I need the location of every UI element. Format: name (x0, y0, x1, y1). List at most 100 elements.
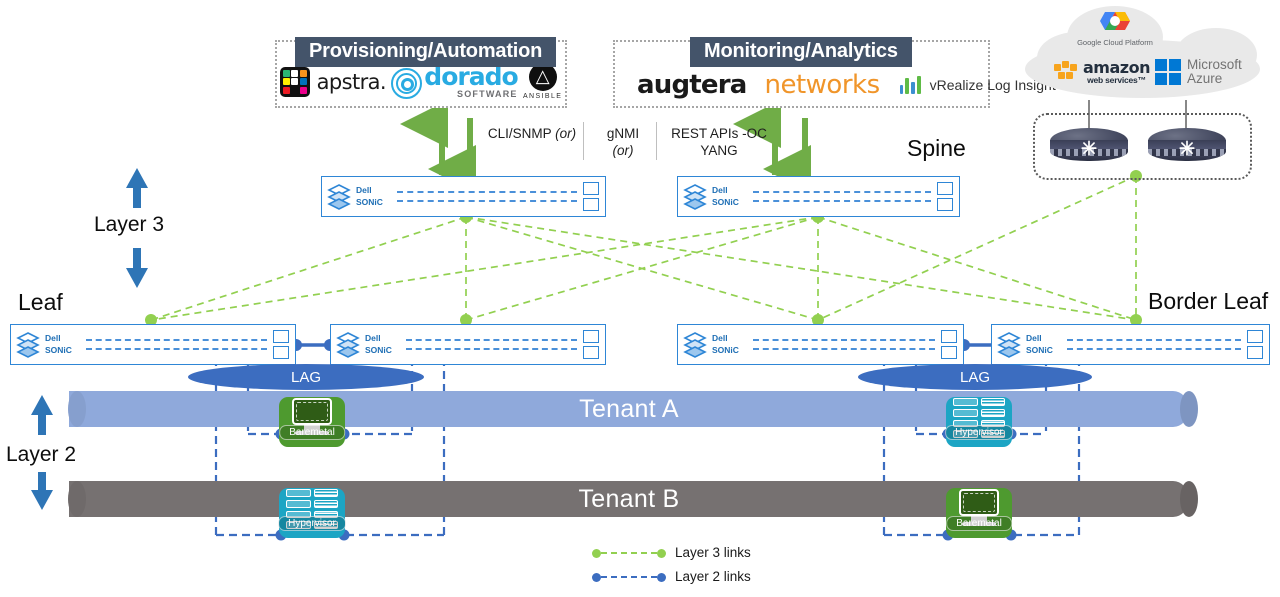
monitoring-panel-title: Monitoring/Analytics (690, 37, 912, 67)
switch-vendor-os-label: Dell SONiC (712, 185, 739, 208)
aws-cubes-icon (1054, 61, 1077, 80)
protocol-line3: YANG (700, 142, 738, 158)
switch-uplink-ports[interactable] (937, 182, 959, 211)
spine-switch-1[interactable]: Dell SONiC (321, 176, 606, 217)
switch-port-lines (739, 339, 941, 350)
tenant-a-label: Tenant A (579, 394, 679, 423)
azure-wordmark: Microsoft (1187, 57, 1242, 72)
spine-switch-2[interactable]: Dell SONiC (677, 176, 960, 217)
legend: Layer 3 links Layer 2 links (592, 545, 751, 593)
spine-tier-label: Spine (907, 135, 966, 161)
server-label: Hypervisor (278, 516, 346, 531)
switch-uplink-ports[interactable] (583, 330, 605, 359)
stacked-layers-glyph (683, 183, 707, 210)
protocol-label-cli-snmp: CLI/SNMP (or) (484, 126, 580, 143)
lag-label: LAG (959, 368, 990, 386)
apstra-wordmark: apstra. (316, 69, 387, 94)
leaf-switch-1[interactable]: Dell SONiC (10, 324, 296, 365)
dell-layers-icon (992, 331, 1026, 359)
protocol-line1: CLI/SNMP (487, 126, 552, 141)
stacked-layers-glyph (16, 331, 40, 358)
lag-right[interactable]: LAG (858, 364, 1092, 390)
switch-port-lines (1053, 339, 1247, 350)
switch-uplink-ports[interactable] (583, 182, 605, 211)
dell-layers-icon (331, 331, 365, 359)
stacked-layers-glyph (336, 331, 360, 358)
switch-uplink-ports[interactable] (941, 330, 963, 359)
protocol-label-gnmi: gNMI (or) (590, 126, 656, 160)
switch-port-lines (392, 339, 583, 350)
switch-vendor: Dell (356, 185, 372, 196)
switch-vendor-os-label: Dell SONiC (365, 333, 392, 356)
stacked-layers-glyph (683, 331, 707, 358)
dell-layers-icon (678, 331, 712, 359)
leaf-tier-label: Leaf (18, 289, 63, 315)
dorado-swirl-icon (391, 68, 423, 99)
layer3-link-swatch (592, 548, 666, 558)
protocol-line1: gNMI (606, 126, 640, 141)
provisioning-logo-row: apstra. dorado SOFTWARE △ ANSIBLE (277, 63, 565, 100)
legend-label: Layer 2 links (675, 569, 751, 584)
hypervisor-server-right[interactable]: Hypervisor (945, 397, 1013, 447)
augtera-networks-wordmark: networks (764, 70, 881, 100)
switch-port-lines (383, 191, 583, 202)
legend-label: Layer 3 links (675, 545, 751, 560)
switch-port-lines (72, 339, 273, 350)
baremetal-server-right[interactable]: Baremetal (946, 488, 1012, 538)
switch-uplink-ports[interactable] (273, 330, 295, 359)
switch-vendor-os-label: Dell SONiC (1026, 333, 1053, 356)
lag-left[interactable]: LAG (188, 364, 424, 390)
monitoring-logo-row: augtera networks vRealize Log Insight (615, 70, 1056, 100)
aws-logo: amazon web services™ (1053, 60, 1150, 85)
switch-vendor: Dell (45, 333, 61, 344)
protocol-label-rest-api: REST APIs -OC YANG (664, 126, 774, 160)
azure-wordmark-2: Azure (1187, 71, 1223, 87)
aws-subtitle: web services™ (1087, 75, 1146, 85)
protocol-divider-1 (583, 122, 584, 160)
dell-layers-icon (322, 183, 356, 211)
layer3-link-mesh (150, 175, 1137, 321)
border-leaf-switch-4[interactable]: Dell SONiC (991, 324, 1270, 365)
aws-wordmark: amazon (1083, 58, 1150, 77)
server-label: Baremetal (946, 516, 1012, 531)
switch-port-lines (739, 191, 937, 202)
cloud-router-2[interactable] (1148, 128, 1226, 172)
tenant-b-label: Tenant B (578, 484, 680, 513)
ansible-wordmark: ANSIBLE (522, 93, 563, 100)
switch-uplink-ports[interactable] (1247, 330, 1269, 359)
augtera-wordmark: augtera (637, 70, 747, 100)
leaf-switch-2[interactable]: Dell SONiC (330, 324, 606, 365)
vrealize-bars-icon (897, 74, 923, 96)
dell-layers-icon (11, 331, 45, 359)
hypervisor-server-left[interactable]: Hypervisor (278, 488, 346, 538)
baremetal-server-left[interactable]: Baremetal (279, 397, 345, 447)
ansible-circle-icon: △ (528, 63, 557, 91)
legend-row-layer3: Layer 3 links (592, 545, 751, 560)
cloud-router-1[interactable] (1050, 128, 1128, 172)
layer3-endpoint-dots (145, 170, 1142, 326)
switch-os: SONiC (365, 344, 392, 355)
dorado-logo: dorado SOFTWARE (391, 62, 519, 99)
router-arrows-icon (1081, 140, 1097, 156)
dorado-wordmark: dorado (424, 62, 518, 91)
router-arrows-icon (1179, 140, 1195, 156)
google-cloud-logo: Google Cloud Platform (1077, 10, 1153, 47)
apstra-logo: apstra. (279, 66, 387, 97)
switch-os: SONiC (712, 344, 739, 355)
dorado-subtitle: SOFTWARE (457, 89, 518, 99)
leaf-switch-3[interactable]: Dell SONiC (677, 324, 964, 365)
switch-vendor: Dell (712, 185, 728, 196)
protocol-line1: REST APIs -OC (671, 126, 767, 141)
gcp-hexagon-icon (1100, 12, 1130, 30)
ansible-logo: △ ANSIBLE (523, 63, 562, 100)
azure-logo: Microsoft Azure (1155, 57, 1242, 87)
public-cloud: Google Cloud Platform amazon web service… (1025, 6, 1260, 102)
stacked-layers-glyph (997, 331, 1021, 358)
server-label: Hypervisor (945, 425, 1013, 440)
switch-os: SONiC (712, 196, 739, 207)
server-label: Baremetal (279, 425, 345, 440)
tenant-b-bar: Tenant B (69, 481, 1189, 517)
protocol-line2: (or) (612, 142, 634, 158)
lag-label: LAG (290, 368, 321, 386)
dell-layers-icon (678, 183, 712, 211)
